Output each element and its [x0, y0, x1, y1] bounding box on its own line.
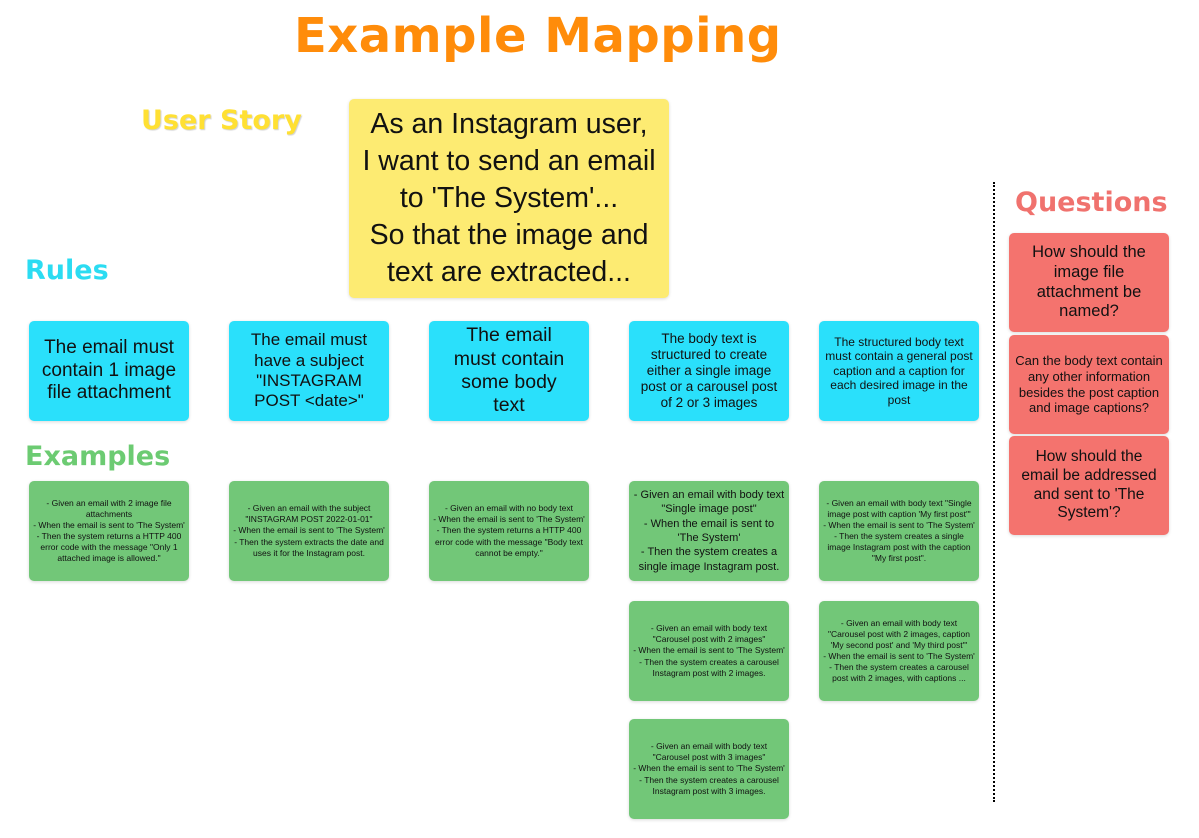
- example-card[interactable]: - Given an email with body text "Carouse…: [629, 719, 789, 819]
- example-text: - Given an email with body text "Single …: [633, 489, 785, 573]
- example-text: - Given an email with 2 image file attac…: [33, 497, 185, 564]
- examples-heading: Examples: [25, 441, 171, 472]
- page-title: Example Mapping: [294, 8, 782, 64]
- rule-card[interactable]: The body text is structured to create ei…: [629, 321, 789, 421]
- example-text: - Given an email with body text "Carouse…: [633, 623, 785, 678]
- question-text: How should the image file attachment be …: [1032, 242, 1146, 321]
- example-card[interactable]: - Given an email with no body text - Whe…: [429, 481, 589, 581]
- question-text: How should the email be addressed and se…: [1021, 448, 1157, 522]
- example-card[interactable]: - Given an email with body text "Single …: [819, 481, 979, 581]
- questions-divider: [993, 182, 995, 802]
- example-card[interactable]: - Given an email with body text "Carouse…: [629, 601, 789, 701]
- question-card[interactable]: How should the email be addressed and se…: [1009, 436, 1169, 535]
- rule-card[interactable]: The email must have a subject "INSTAGRAM…: [229, 321, 389, 421]
- rules-heading: Rules: [25, 255, 109, 286]
- example-card[interactable]: - Given an email with body text "Single …: [629, 481, 789, 581]
- question-text: Can the body text contain any other info…: [1015, 353, 1163, 416]
- rule-text: The email must contain some body text: [453, 324, 565, 417]
- example-card[interactable]: - Given an email with the subject "INSTA…: [229, 481, 389, 581]
- example-text: - Given an email with body text "Carouse…: [633, 741, 785, 796]
- rule-card[interactable]: The email must contain some body text: [429, 321, 589, 421]
- rule-text: The email must have a subject "INSTAGRAM…: [250, 330, 368, 411]
- rule-card[interactable]: The email must contain 1 image file atta…: [29, 321, 189, 421]
- user-story-text: As an Instagram user, I want to send an …: [362, 107, 656, 289]
- example-text: - Given an email with no body text - Whe…: [433, 503, 585, 558]
- example-text: - Given an email with body text "Single …: [823, 497, 975, 564]
- example-text: - Given an email with the subject "INSTA…: [233, 503, 385, 558]
- rule-text: The structured body text must contain a …: [825, 335, 973, 407]
- example-text: - Given an email with body text "Carouse…: [823, 617, 975, 684]
- example-card[interactable]: - Given an email with 2 image file attac…: [29, 481, 189, 581]
- rule-text: The email must contain 1 image file atta…: [41, 336, 177, 404]
- question-card[interactable]: Can the body text contain any other info…: [1009, 335, 1169, 434]
- user-story-heading: User Story: [141, 105, 302, 136]
- question-card[interactable]: How should the image file attachment be …: [1009, 233, 1169, 332]
- example-card[interactable]: - Given an email with body text "Carouse…: [819, 601, 979, 701]
- rule-card[interactable]: The structured body text must contain a …: [819, 321, 979, 421]
- questions-heading: Questions: [1015, 187, 1168, 218]
- user-story-card[interactable]: As an Instagram user, I want to send an …: [349, 99, 669, 298]
- rule-text: The body text is structured to create ei…: [640, 330, 778, 411]
